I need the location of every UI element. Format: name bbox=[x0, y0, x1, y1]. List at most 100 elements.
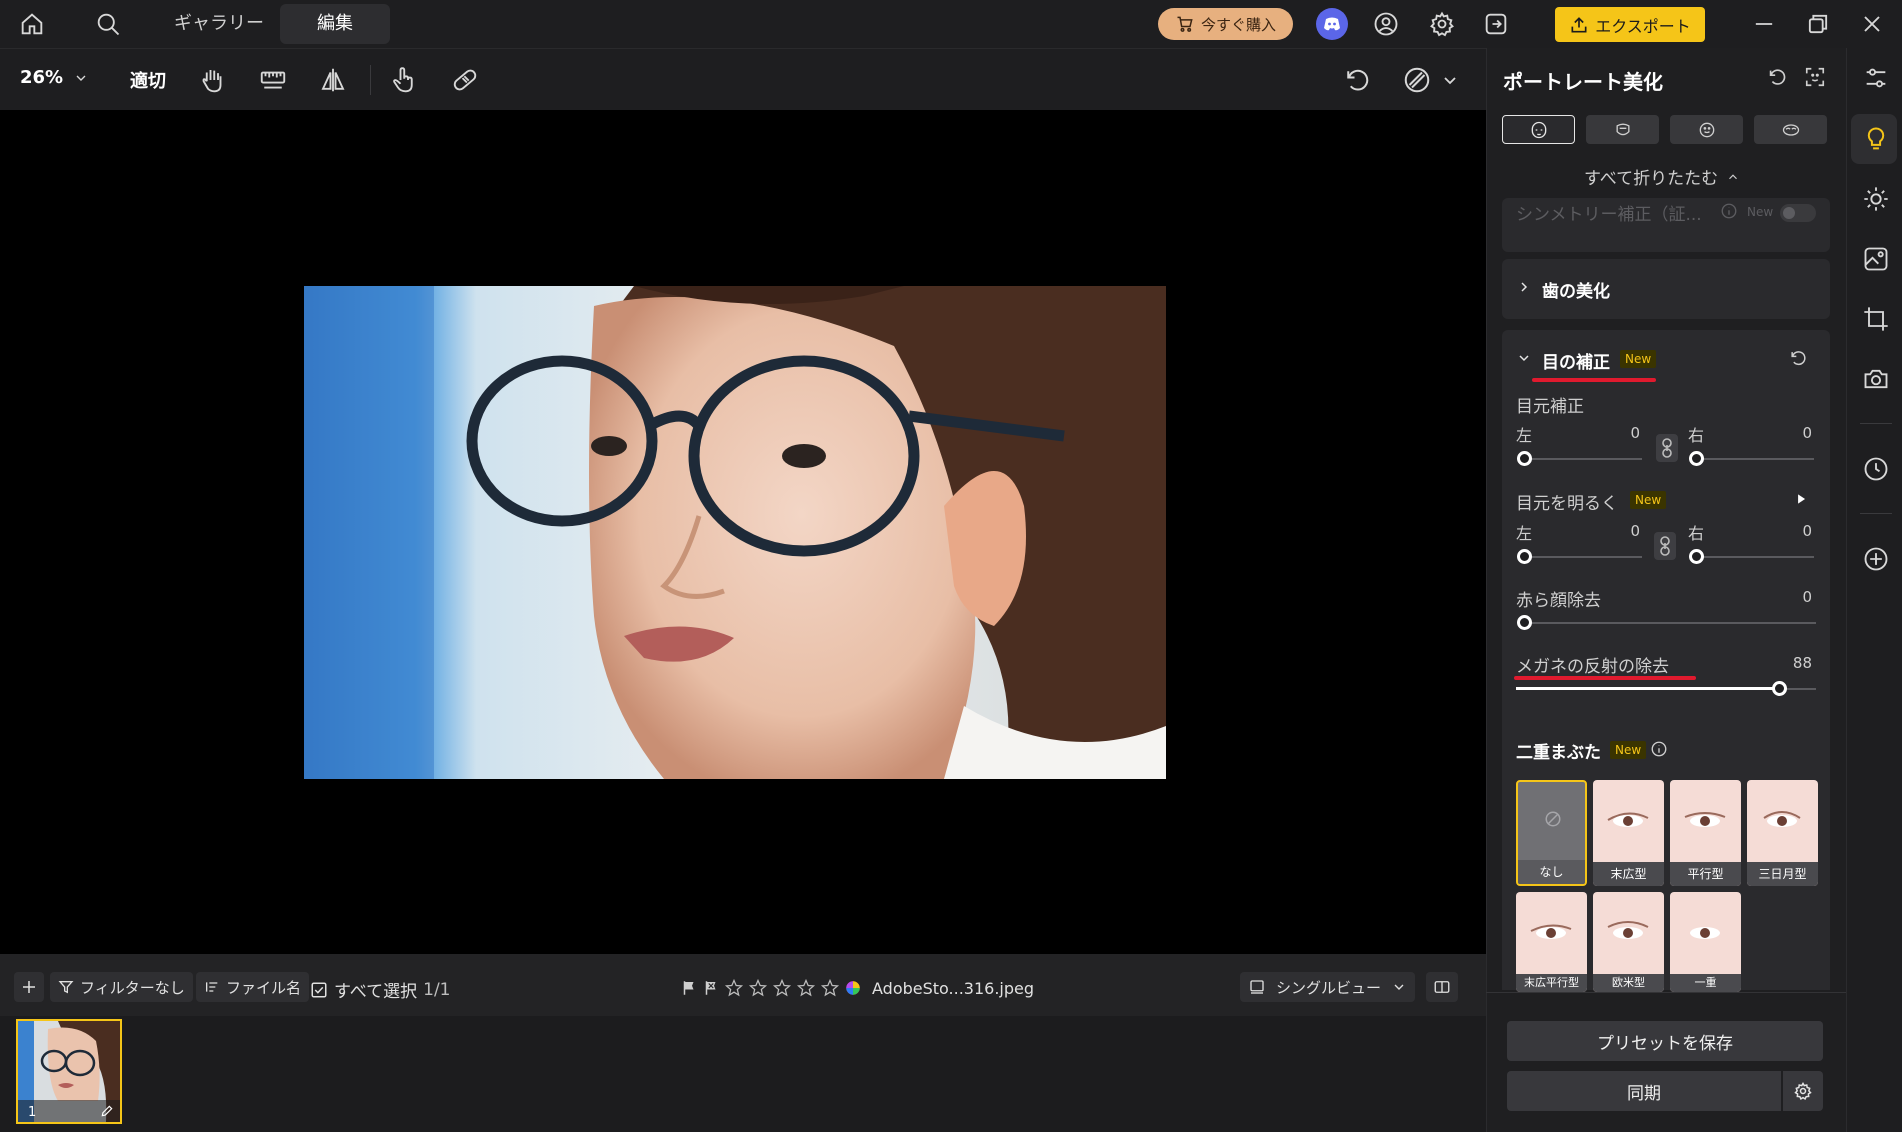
eyelid-preset-suehiro-parallel[interactable]: 末広平行型 bbox=[1516, 892, 1587, 992]
tab-gallery[interactable]: ギャラリー bbox=[160, 4, 278, 44]
tab-face[interactable] bbox=[1502, 115, 1575, 144]
flag-reject-icon[interactable] bbox=[702, 979, 720, 997]
pointer-hand-icon[interactable] bbox=[388, 65, 418, 95]
eyelid-preset-single[interactable]: 一重 bbox=[1670, 892, 1741, 992]
portrait-photo bbox=[304, 286, 1166, 779]
search-icon[interactable] bbox=[94, 10, 122, 38]
tab-skin[interactable] bbox=[1586, 115, 1659, 144]
eye-brighten-right-knob[interactable] bbox=[1689, 549, 1704, 564]
symmetry-toggle[interactable] bbox=[1780, 204, 1816, 222]
eyelid-preset-western[interactable]: 欧米型 bbox=[1593, 892, 1664, 992]
eye-correction-left-slider[interactable] bbox=[1524, 458, 1642, 460]
tab-edit[interactable]: 編集 bbox=[280, 4, 390, 44]
none-icon bbox=[1544, 810, 1562, 828]
face-scan-icon[interactable] bbox=[1804, 66, 1826, 88]
collapse-all-label: すべて折りたたむ bbox=[1584, 169, 1719, 189]
thumbnail-index: 1 bbox=[28, 1105, 37, 1120]
flag-pick-icon[interactable] bbox=[680, 979, 698, 997]
eyelid-preset-suehiro[interactable]: 末広型 bbox=[1593, 780, 1664, 886]
chevron-down-icon[interactable] bbox=[1516, 350, 1532, 366]
eye-brighten-right-value: 0 bbox=[1802, 522, 1812, 540]
eyelid-preset-crescent[interactable]: 三日月型 bbox=[1747, 780, 1818, 886]
eyelid-preset-parallel[interactable]: 平行型 bbox=[1670, 780, 1741, 886]
sliders-icon[interactable] bbox=[1862, 64, 1890, 92]
eye-brighten-left-knob[interactable] bbox=[1517, 549, 1532, 564]
settings-icon[interactable] bbox=[1428, 10, 1456, 38]
eye-brighten-right-slider[interactable] bbox=[1696, 556, 1814, 558]
sign-out-icon[interactable] bbox=[1482, 10, 1510, 38]
camera-icon[interactable] bbox=[1862, 365, 1890, 393]
sort-button[interactable]: ファイル名 bbox=[196, 972, 310, 1002]
sync-button[interactable]: 同期 bbox=[1507, 1071, 1781, 1111]
star-5-icon[interactable] bbox=[820, 978, 840, 998]
section-reset-icon[interactable] bbox=[1788, 348, 1808, 368]
crop-icon[interactable] bbox=[1862, 305, 1890, 333]
overlay-chevron-down-icon[interactable] bbox=[1440, 65, 1460, 95]
buy-now-label: 今すぐ購入 bbox=[1200, 15, 1276, 34]
minimize-icon[interactable] bbox=[1750, 10, 1778, 38]
home-icon[interactable] bbox=[18, 10, 46, 38]
export-label: エクスポート bbox=[1595, 16, 1691, 36]
add-icon[interactable] bbox=[14, 972, 44, 1002]
hand-icon[interactable] bbox=[198, 65, 228, 95]
face-icon bbox=[1529, 120, 1549, 140]
panel-divider bbox=[1486, 992, 1846, 993]
eye-correction-label: 目元補正 bbox=[1516, 397, 1584, 417]
star-2-icon[interactable] bbox=[748, 978, 768, 998]
chevron-up-icon bbox=[1726, 170, 1740, 184]
user-icon[interactable] bbox=[1372, 10, 1400, 38]
zoom-select[interactable]: 26% bbox=[20, 67, 89, 88]
view-mode-select[interactable]: シングルビュー bbox=[1240, 972, 1415, 1002]
discord-icon[interactable] bbox=[1316, 8, 1348, 40]
eye-correction-right-slider[interactable] bbox=[1696, 458, 1814, 460]
sync-settings-icon[interactable] bbox=[1783, 1071, 1823, 1111]
eye-correction-right-knob[interactable] bbox=[1689, 451, 1704, 466]
star-1-icon[interactable] bbox=[724, 978, 744, 998]
toolbar-divider bbox=[370, 65, 371, 95]
fit-button[interactable]: 適切 bbox=[130, 67, 166, 93]
bandage-icon[interactable] bbox=[450, 65, 480, 95]
red-eye-knob[interactable] bbox=[1517, 615, 1532, 630]
preset-caption: 末広平行型 bbox=[1516, 974, 1587, 992]
undo-icon[interactable] bbox=[1342, 65, 1372, 95]
eye-correction-left-knob[interactable] bbox=[1517, 451, 1532, 466]
eye-brighten-left-label: 左 bbox=[1516, 524, 1533, 543]
filter-button[interactable]: フィルターなし bbox=[50, 972, 193, 1002]
tab-makeup[interactable] bbox=[1754, 115, 1827, 144]
bulb-icon[interactable] bbox=[1862, 125, 1890, 153]
teeth-section[interactable]: 歯の美化 bbox=[1502, 259, 1830, 319]
filmstrip-thumbnail[interactable]: 1 bbox=[16, 1019, 122, 1124]
restore-icon[interactable] bbox=[1804, 10, 1832, 38]
select-all-checkbox[interactable]: すべて選択 1/1 bbox=[310, 977, 451, 1002]
flip-icon[interactable] bbox=[318, 65, 348, 95]
info-icon[interactable] bbox=[1650, 740, 1668, 758]
chevron-right-icon bbox=[1516, 279, 1532, 295]
ruler-icon[interactable] bbox=[258, 65, 288, 95]
star-3-icon[interactable] bbox=[772, 978, 792, 998]
smile-icon bbox=[1697, 120, 1717, 140]
sun-icon[interactable] bbox=[1862, 185, 1890, 213]
buy-now-button[interactable]: 今すぐ購入 bbox=[1158, 8, 1293, 40]
reset-icon[interactable] bbox=[1766, 66, 1788, 88]
link-toggle-icon[interactable] bbox=[1654, 532, 1676, 560]
collapse-all-button[interactable]: すべて折りたたむ bbox=[1584, 164, 1740, 189]
eye-brighten-left-slider[interactable] bbox=[1524, 556, 1642, 558]
compare-view-icon[interactable] bbox=[1426, 972, 1458, 1002]
link-toggle-icon[interactable] bbox=[1656, 434, 1678, 462]
glasses-glare-knob[interactable] bbox=[1772, 681, 1787, 696]
export-button[interactable]: エクスポート bbox=[1555, 7, 1705, 42]
close-icon[interactable] bbox=[1858, 10, 1886, 38]
rating-bar: AdobeSto...316.jpeg bbox=[680, 978, 1034, 998]
color-label-icon[interactable] bbox=[844, 979, 862, 997]
add-icon[interactable] bbox=[1862, 545, 1890, 573]
eyelid-preset-none[interactable]: なし bbox=[1516, 780, 1587, 886]
save-preset-button[interactable]: プリセットを保存 bbox=[1507, 1021, 1823, 1061]
tab-features[interactable] bbox=[1670, 115, 1743, 144]
star-4-icon[interactable] bbox=[796, 978, 816, 998]
overlay-icon[interactable] bbox=[1402, 65, 1432, 95]
image-adjust-icon[interactable] bbox=[1862, 245, 1890, 273]
red-eye-slider[interactable] bbox=[1524, 622, 1816, 624]
red-eye-label: 赤ら顔除去 bbox=[1516, 591, 1601, 611]
history-icon[interactable] bbox=[1862, 455, 1890, 483]
play-icon[interactable] bbox=[1794, 492, 1808, 506]
